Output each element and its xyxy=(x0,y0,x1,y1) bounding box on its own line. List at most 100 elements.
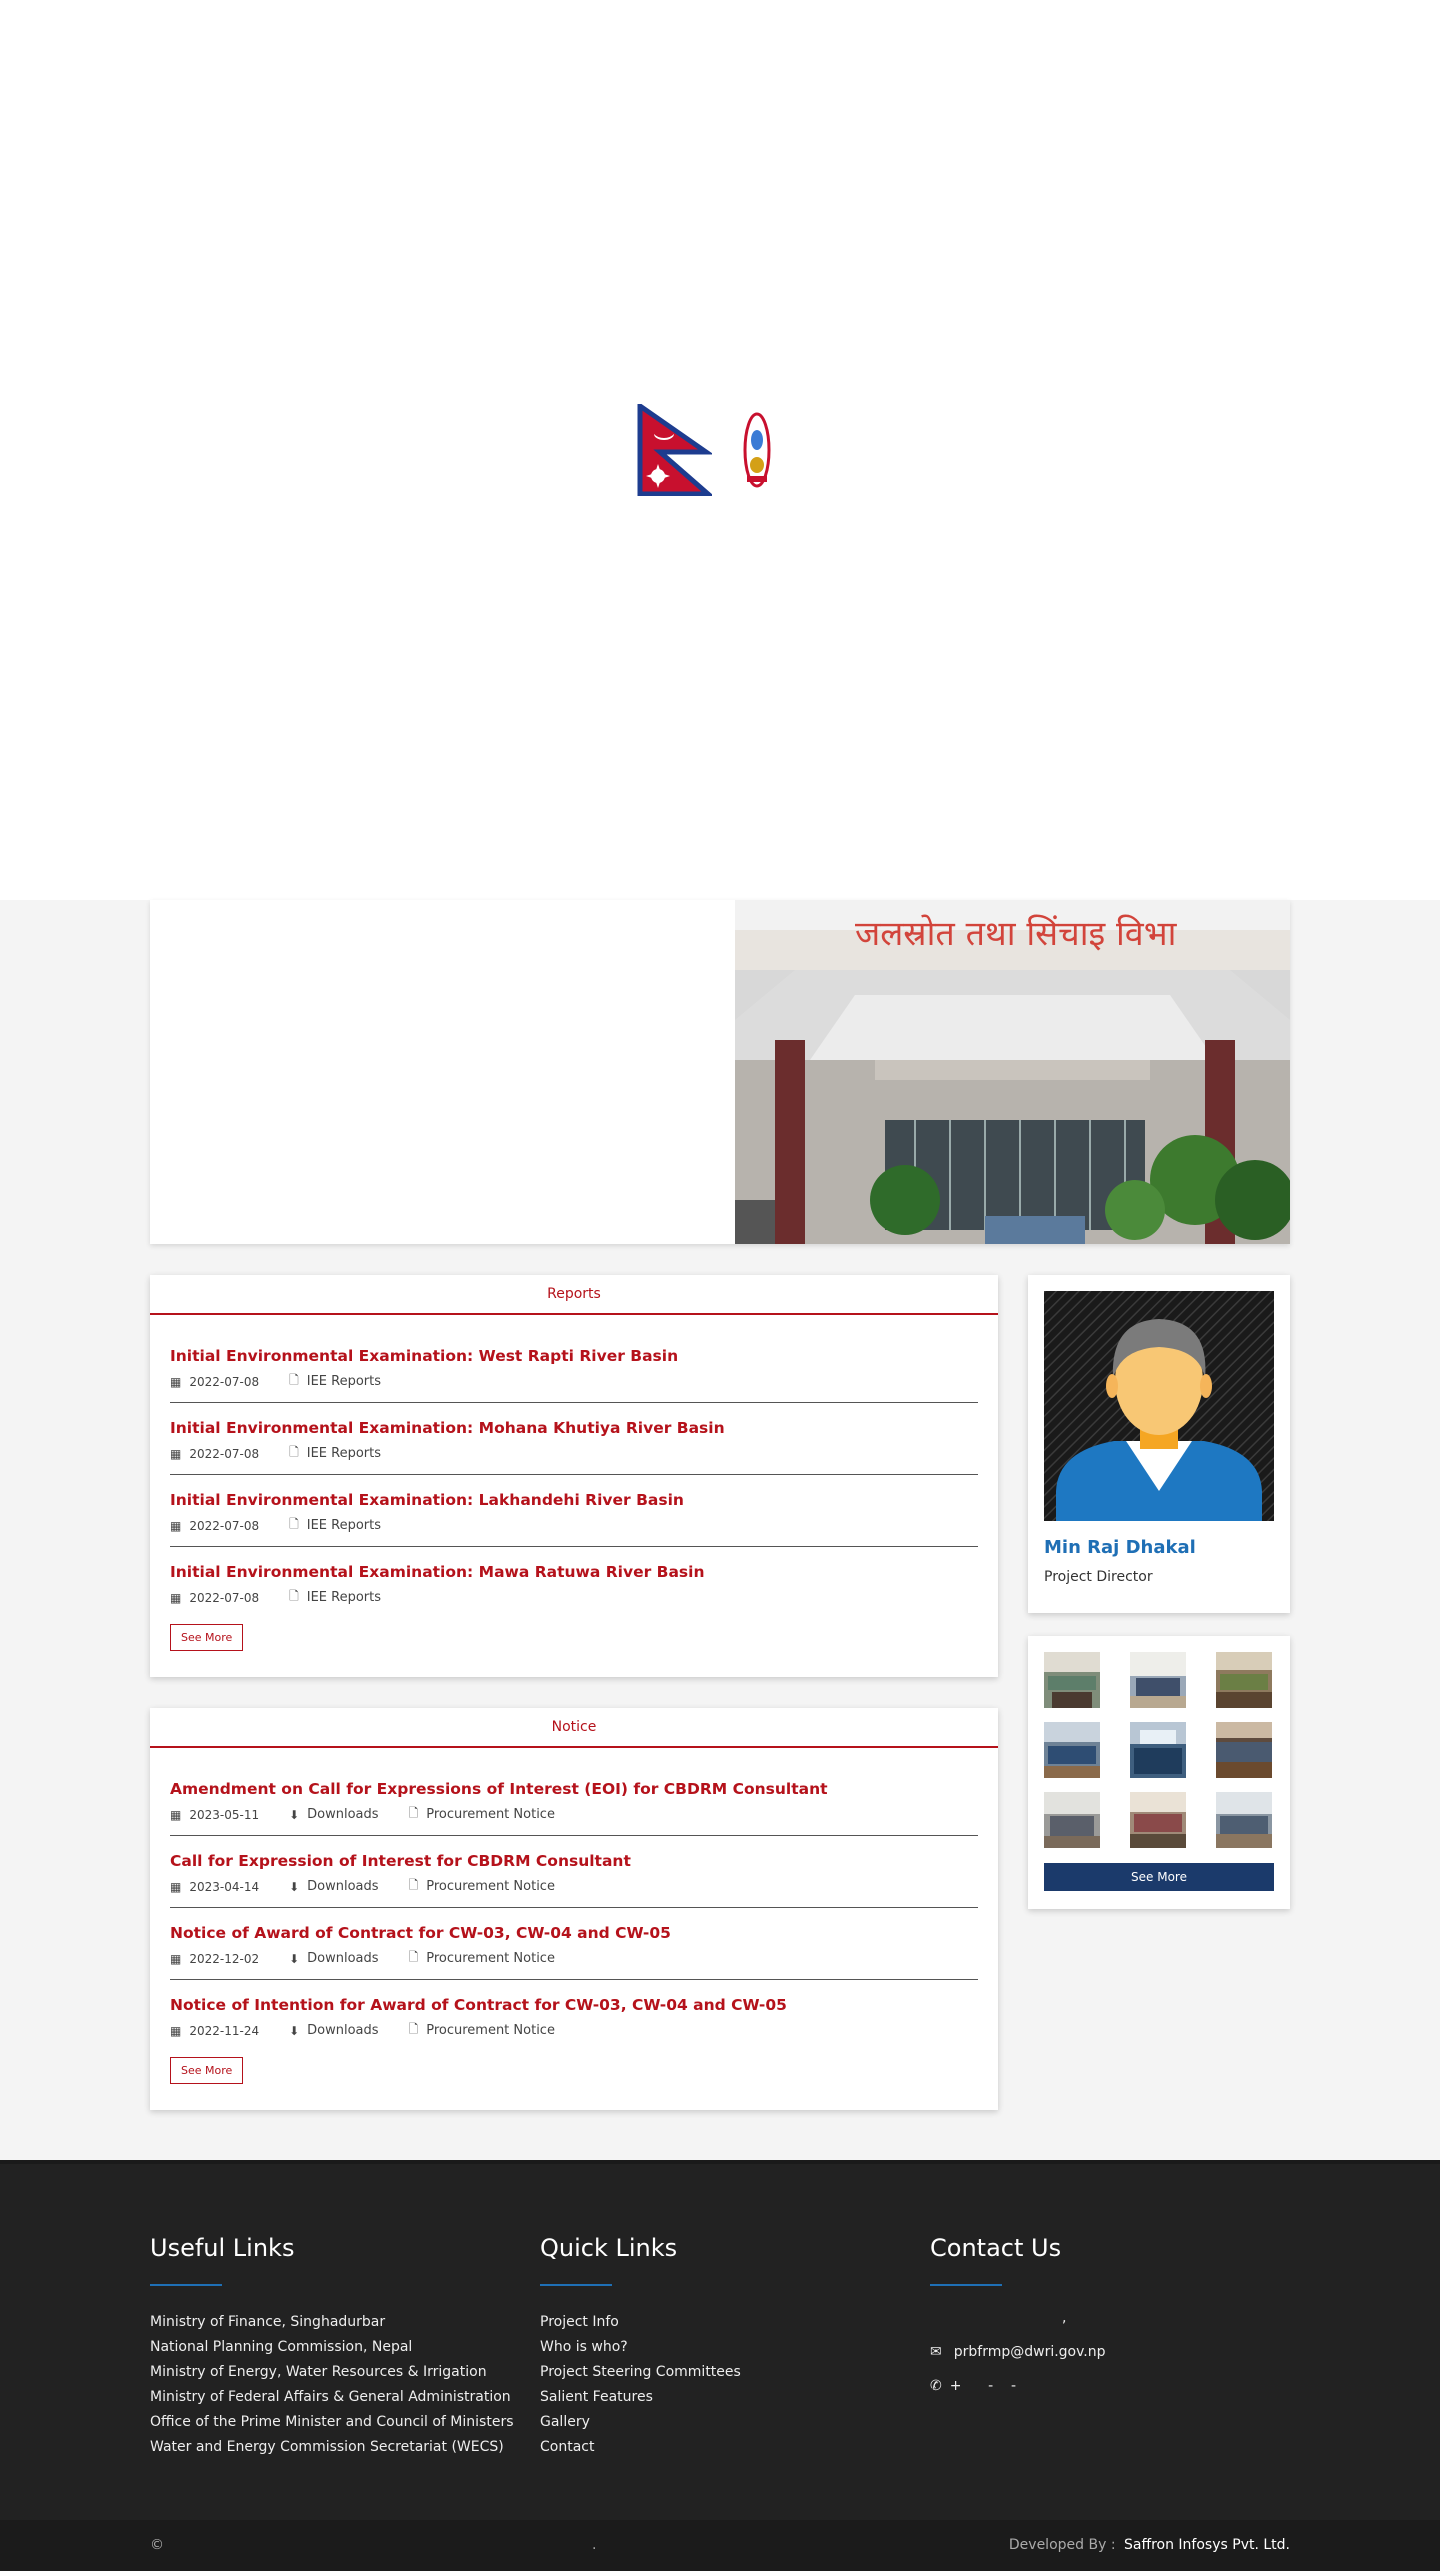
file-icon: 🗋 xyxy=(289,1445,299,1459)
item-date: 2022-11-24 xyxy=(189,2023,260,2038)
item-category-link[interactable]: Procurement Notice xyxy=(426,1951,555,1966)
calendar-icon: ▦ xyxy=(170,1807,182,1822)
file-icon: 🗋 xyxy=(289,1589,299,1603)
footer-link[interactable]: Office of the Prime Minister and Council… xyxy=(150,2410,514,2435)
gallery-thumbnail[interactable] xyxy=(1044,1792,1100,1848)
gallery-thumbnail[interactable] xyxy=(1044,1652,1100,1708)
notice-title-link[interactable]: Notice of Award of Contract for CW-03, C… xyxy=(170,1924,978,1942)
nepal-emblem-icon xyxy=(743,412,771,488)
report-title-link[interactable]: Initial Environmental Examination: West … xyxy=(170,1347,978,1365)
phone-icon: ✆ xyxy=(930,2378,942,2394)
downloads-link[interactable]: Downloads xyxy=(307,2023,378,2038)
calendar-icon: ▦ xyxy=(170,1518,182,1533)
item-date: 2022-07-08 xyxy=(189,1590,260,1605)
reports-list: Initial Environmental Examination: West … xyxy=(150,1315,998,1618)
item-date: 2022-12-02 xyxy=(189,1951,260,1966)
item-category-link[interactable]: Procurement Notice xyxy=(426,1879,555,1894)
footer-link[interactable]: Who is who? xyxy=(540,2335,741,2360)
calendar-icon: ▦ xyxy=(170,1951,182,1966)
footer-link[interactable]: Ministry of Finance, Singhadurbar xyxy=(150,2310,514,2335)
project-director-card: Min Raj Dhakal Project Director xyxy=(1028,1275,1290,1613)
notice-title-link[interactable]: Amendment on Call for Expressions of Int… xyxy=(170,1780,978,1798)
list-item: Initial Environmental Examination: Mohan… xyxy=(170,1403,978,1475)
footer-link[interactable]: Contact xyxy=(540,2435,741,2460)
report-title-link[interactable]: Initial Environmental Examination: Mohan… xyxy=(170,1419,978,1437)
footer-link[interactable]: Ministry of Energy, Water Resources & Ir… xyxy=(150,2360,514,2385)
item-category-link[interactable]: Procurement Notice xyxy=(426,2023,555,2038)
contact-column: Contact Us , ✉ prbfrmp@dwri.gov.np ✆ + -… xyxy=(930,2234,1290,2412)
developed-by-label: Developed By : xyxy=(1008,2537,1116,2553)
download-icon: ⬇ xyxy=(289,1951,300,1966)
item-category-link[interactable]: IEE Reports xyxy=(307,1590,381,1605)
avatar xyxy=(1044,1291,1274,1521)
notice-heading: Notice xyxy=(150,1708,998,1748)
list-item: Initial Environmental Examination: Lakha… xyxy=(170,1475,978,1547)
gallery-thumbnail[interactable] xyxy=(1044,1722,1100,1778)
download-icon: ⬇ xyxy=(289,1807,300,1822)
director-name[interactable]: Min Raj Dhakal xyxy=(1044,1537,1196,1558)
nepal-flag-icon xyxy=(637,404,712,496)
download-icon: ⬇ xyxy=(289,1879,300,1894)
file-icon: 🗋 xyxy=(408,1878,419,1892)
notice-title-link[interactable]: Call for Expression of Interest for CBDR… xyxy=(170,1852,978,1870)
quick-links-heading: Quick Links xyxy=(540,2234,678,2262)
footer-link[interactable]: Ministry of Federal Affairs & General Ad… xyxy=(150,2385,514,2410)
useful-links-column: Useful Links Ministry of Finance, Singha… xyxy=(150,2234,514,2460)
gallery-thumbnail[interactable] xyxy=(1130,1792,1186,1848)
calendar-icon: ▦ xyxy=(170,2023,182,2038)
report-title-link[interactable]: Initial Environmental Examination: Lakha… xyxy=(170,1491,978,1509)
quick-links-column: Quick Links Project Info Who is who? Pro… xyxy=(540,2234,741,2460)
list-item: Initial Environmental Examination: West … xyxy=(170,1333,978,1403)
calendar-icon: ▦ xyxy=(170,1879,182,1894)
office-building-photo: जलस्रोत तथा सिंचाइ विभा xyxy=(735,900,1290,1244)
useful-links-heading: Useful Links xyxy=(150,2234,295,2262)
gallery-card: See More xyxy=(1028,1636,1290,1909)
footer-link[interactable]: National Planning Commission, Nepal xyxy=(150,2335,514,2360)
item-category-link[interactable]: IEE Reports xyxy=(307,1518,381,1533)
file-icon: 🗋 xyxy=(408,1950,419,1964)
reports-see-more-button[interactable]: See More xyxy=(170,1624,244,1651)
page-header-loader xyxy=(0,0,1440,900)
envelope-icon: ✉ xyxy=(930,2344,942,2360)
calendar-icon: ▦ xyxy=(170,1590,182,1605)
list-item: Call for Expression of Interest for CBDR… xyxy=(170,1836,978,1908)
heading-underline xyxy=(930,2284,1002,2286)
heading-underline xyxy=(540,2284,612,2286)
file-icon: 🗋 xyxy=(408,1806,419,1820)
footer-link[interactable]: Project Info xyxy=(540,2310,741,2335)
contact-email-row: ✉ prbfrmp@dwri.gov.np xyxy=(930,2344,1290,2360)
contact-heading: Contact Us xyxy=(930,2234,1062,2262)
gallery-see-more-button[interactable]: See More xyxy=(1044,1863,1274,1891)
gallery-thumbnail[interactable] xyxy=(1216,1652,1272,1708)
developer-credit: Developed By : Saffron Infosys Pvt. Ltd. xyxy=(1009,2537,1290,2553)
notice-title-link[interactable]: Notice of Intention for Award of Contrac… xyxy=(170,1996,978,2014)
item-category-link[interactable]: IEE Reports xyxy=(307,1374,381,1389)
gallery-thumbnail[interactable] xyxy=(1130,1722,1186,1778)
downloads-link[interactable]: Downloads xyxy=(307,1807,378,1822)
calendar-icon: ▦ xyxy=(170,1446,182,1461)
copyright-symbol: © xyxy=(150,2537,164,2553)
file-icon: 🗋 xyxy=(408,2022,419,2036)
file-icon: 🗋 xyxy=(289,1373,299,1387)
footer-link[interactable]: Gallery xyxy=(540,2410,741,2435)
downloads-link[interactable]: Downloads xyxy=(307,1951,378,1966)
reports-card: Reports Initial Environmental Examinatio… xyxy=(150,1275,998,1677)
footer-link[interactable]: Project Steering Committees xyxy=(540,2360,741,2385)
download-icon: ⬇ xyxy=(289,2023,300,2038)
gallery-thumbnail[interactable] xyxy=(1216,1722,1272,1778)
footer-link[interactable]: Water and Energy Commission Secretariat … xyxy=(150,2435,514,2460)
file-icon: 🗋 xyxy=(289,1517,299,1531)
item-category-link[interactable]: IEE Reports xyxy=(307,1446,381,1461)
footer-link[interactable]: Salient Features xyxy=(540,2385,741,2410)
report-title-link[interactable]: Initial Environmental Examination: Mawa … xyxy=(170,1563,978,1581)
item-category-link[interactable]: Procurement Notice xyxy=(426,1807,555,1822)
contact-email[interactable]: prbfrmp@dwri.gov.np xyxy=(954,2344,1106,2360)
notice-list: Amendment on Call for Expressions of Int… xyxy=(150,1748,998,2051)
gallery-thumbnail[interactable] xyxy=(1130,1652,1186,1708)
item-date: 2023-05-11 xyxy=(189,1807,260,1822)
notice-see-more-button[interactable]: See More xyxy=(170,2057,244,2084)
developer-link[interactable]: Saffron Infosys Pvt. Ltd. xyxy=(1124,2537,1290,2553)
list-item: Initial Environmental Examination: Mawa … xyxy=(170,1547,978,1618)
gallery-thumbnail[interactable] xyxy=(1216,1792,1272,1848)
downloads-link[interactable]: Downloads xyxy=(307,1879,378,1894)
